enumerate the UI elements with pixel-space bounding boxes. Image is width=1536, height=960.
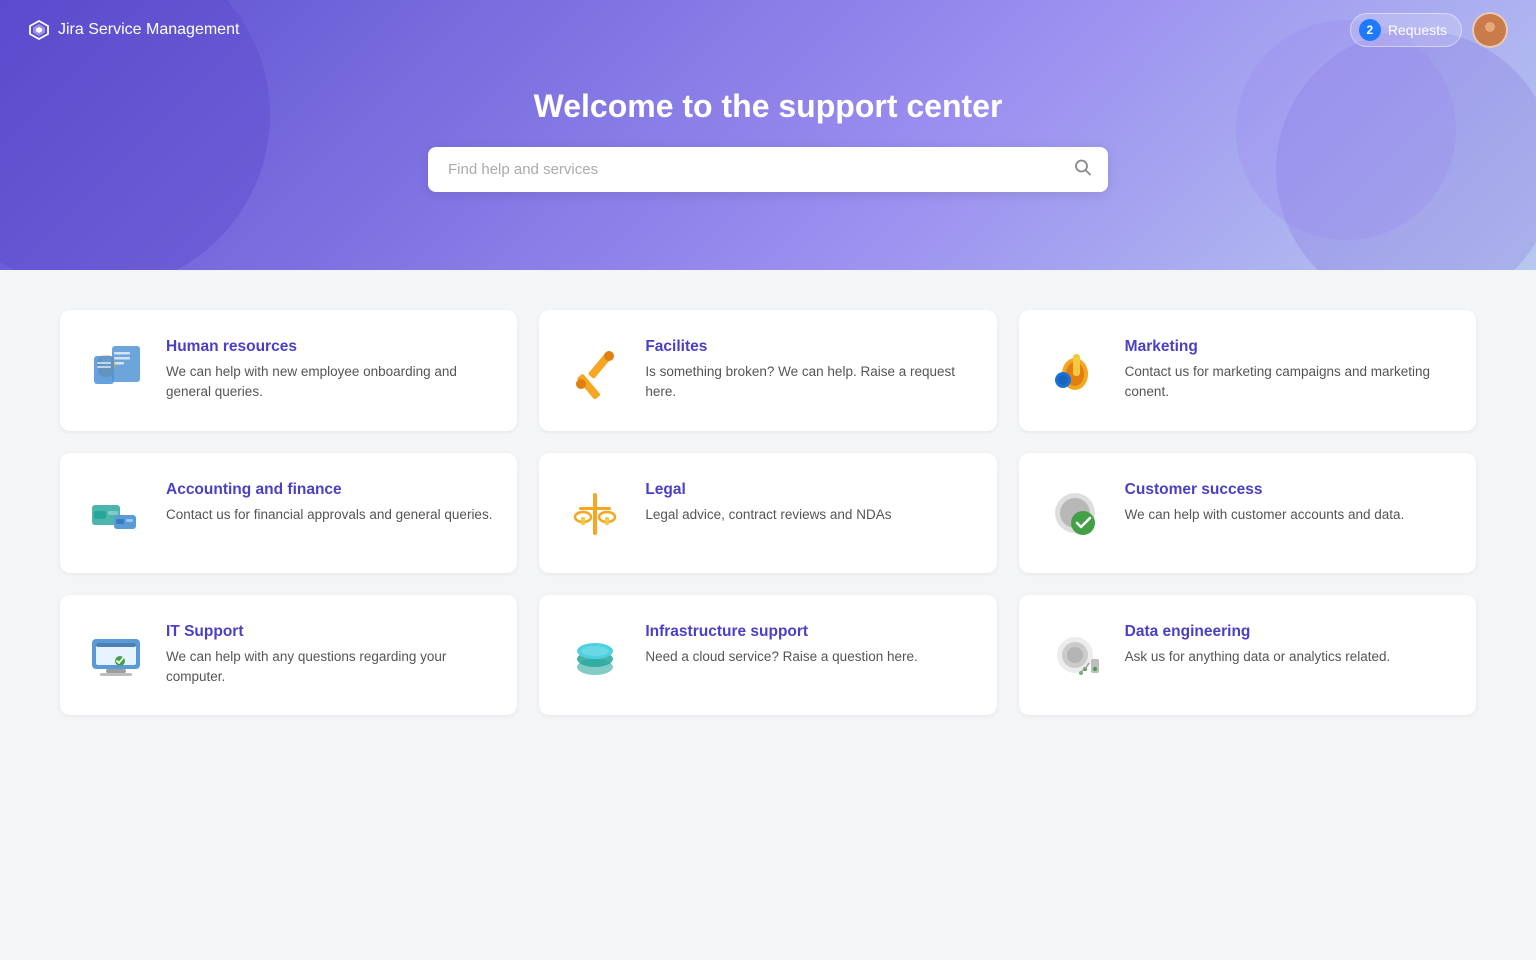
card-title-legal: Legal [645, 481, 891, 499]
card-content-marketing: Marketing Contact us for marketing campa… [1125, 338, 1452, 403]
search-icon[interactable] [1074, 158, 1092, 181]
card-desc-customer-success: We can help with customer accounts and d… [1125, 505, 1405, 525]
search-input[interactable] [428, 147, 1108, 192]
logo-icon [28, 19, 50, 41]
logo[interactable]: Jira Service Management [28, 19, 239, 41]
card-facilities[interactable]: Facilites Is something broken? We can he… [539, 310, 996, 431]
card-title-human-resources: Human resources [166, 338, 493, 356]
card-desc-data-engineering: Ask us for anything data or analytics re… [1125, 647, 1391, 667]
card-desc-legal: Legal advice, contract reviews and NDAs [645, 505, 891, 525]
card-content-infrastructure: Infrastructure support Need a cloud serv… [645, 623, 917, 667]
topbar: Jira Service Management 2 Requests [0, 0, 1536, 60]
card-icon-customer-success [1043, 481, 1107, 545]
card-infrastructure[interactable]: Infrastructure support Need a cloud serv… [539, 595, 996, 716]
hero-title: Welcome to the support center [534, 88, 1003, 125]
card-icon-accounting [84, 481, 148, 545]
card-desc-marketing: Contact us for marketing campaigns and m… [1125, 362, 1452, 403]
card-icon-infrastructure [563, 623, 627, 687]
card-data-engineering[interactable]: Data engineering Ask us for anything dat… [1019, 595, 1476, 716]
card-content-data-engineering: Data engineering Ask us for anything dat… [1125, 623, 1391, 667]
card-icon-data-engineering [1043, 623, 1107, 687]
card-icon-human-resources [84, 338, 148, 402]
requests-badge: 2 [1359, 19, 1381, 41]
avatar[interactable] [1472, 12, 1508, 48]
search-bar-container [428, 147, 1108, 192]
card-icon-legal [563, 481, 627, 545]
card-content-human-resources: Human resources We can help with new emp… [166, 338, 493, 403]
card-desc-facilities: Is something broken? We can help. Raise … [645, 362, 972, 403]
logo-text: Jira Service Management [58, 21, 239, 39]
card-desc-accounting: Contact us for financial approvals and g… [166, 505, 492, 525]
requests-button[interactable]: 2 Requests [1350, 13, 1462, 47]
card-title-accounting: Accounting and finance [166, 481, 492, 499]
card-icon-it-support [84, 623, 148, 687]
card-content-legal: Legal Legal advice, contract reviews and… [645, 481, 891, 525]
cards-section: Human resources We can help with new emp… [0, 270, 1536, 755]
card-icon-facilities [563, 338, 627, 402]
card-it-support[interactable]: IT Support We can help with any question… [60, 595, 517, 716]
card-desc-human-resources: We can help with new employee onboarding… [166, 362, 493, 403]
card-title-data-engineering: Data engineering [1125, 623, 1391, 641]
card-accounting[interactable]: Accounting and finance Contact us for fi… [60, 453, 517, 573]
card-title-infrastructure: Infrastructure support [645, 623, 917, 641]
card-icon-marketing [1043, 338, 1107, 402]
card-customer-success[interactable]: Customer success We can help with custom… [1019, 453, 1476, 573]
requests-label: Requests [1388, 22, 1447, 38]
card-title-marketing: Marketing [1125, 338, 1452, 356]
card-human-resources[interactable]: Human resources We can help with new emp… [60, 310, 517, 431]
topbar-right: 2 Requests [1350, 12, 1508, 48]
card-title-it-support: IT Support [166, 623, 493, 641]
card-content-facilities: Facilites Is something broken? We can he… [645, 338, 972, 403]
card-marketing[interactable]: Marketing Contact us for marketing campa… [1019, 310, 1476, 431]
card-content-accounting: Accounting and finance Contact us for fi… [166, 481, 492, 525]
cards-grid: Human resources We can help with new emp… [60, 310, 1476, 715]
card-title-facilities: Facilites [645, 338, 972, 356]
card-legal[interactable]: Legal Legal advice, contract reviews and… [539, 453, 996, 573]
card-desc-it-support: We can help with any questions regarding… [166, 647, 493, 688]
card-content-it-support: IT Support We can help with any question… [166, 623, 493, 688]
card-desc-infrastructure: Need a cloud service? Raise a question h… [645, 647, 917, 667]
card-title-customer-success: Customer success [1125, 481, 1405, 499]
card-content-customer-success: Customer success We can help with custom… [1125, 481, 1405, 525]
hero-decoration [1276, 30, 1536, 270]
